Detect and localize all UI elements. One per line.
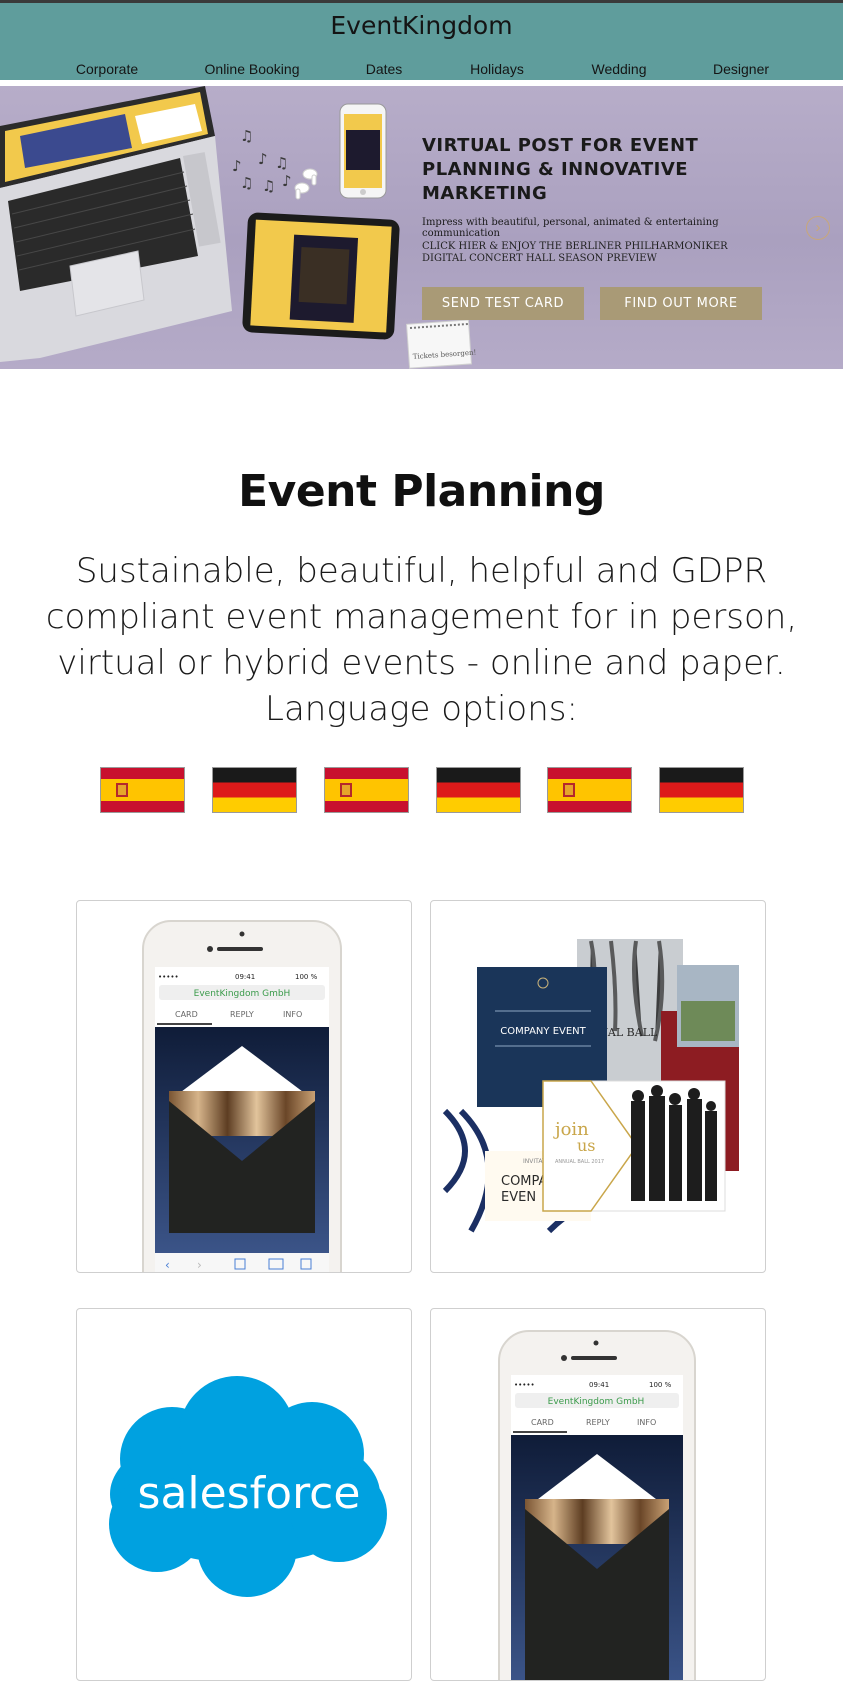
nav-item-designer[interactable]: Designer [713, 61, 769, 77]
flag-germany-icon[interactable] [436, 767, 521, 813]
language-options [0, 767, 843, 814]
svg-text:INFO: INFO [283, 1010, 302, 1019]
brand-logo[interactable]: EventKingdom [0, 11, 843, 40]
hero-banner: ♫ ♪ ♪ ♫ ♫ ♫ ♪ Tickets besorgen! VIRTUAL … [0, 86, 843, 369]
card-phone-invitation[interactable]: ••••• 09:41 100 % EventKingdom GmbH CARD… [76, 900, 412, 1273]
earbuds-icon [294, 168, 318, 200]
hero-subtitle: Impress with beautiful, personal, animat… [422, 217, 719, 239]
flag-spain-icon[interactable] [547, 767, 632, 813]
section-title: Event Planning [238, 466, 605, 517]
svg-text:salesforce: salesforce [138, 1468, 361, 1519]
svg-text:CARD: CARD [531, 1418, 554, 1427]
svg-text:INFO: INFO [637, 1418, 656, 1427]
svg-text:100 %: 100 % [295, 973, 318, 981]
phone-mockup-icon: ••••• 09:41 100 % EventKingdom GmbH CARD… [498, 1330, 696, 1680]
svg-text:♫: ♫ [275, 154, 288, 172]
ticket-note-icon: Tickets besorgen! [406, 319, 477, 369]
hero-title: VIRTUAL POST FOR EVENT PLANNING & INNOVA… [422, 135, 699, 204]
svg-text:REPLY: REPLY [230, 1010, 254, 1019]
music-notes-icon: ♫♪♪ ♫♫ ♫ ♪ [232, 127, 292, 195]
card-salesforce[interactable]: salesforce [76, 1308, 412, 1681]
nav-item-online-booking[interactable]: Online Booking [205, 61, 300, 77]
invitations-collage-icon: UAL BALL COMPANY EVENT INVITATION COMPA … [442, 939, 739, 1237]
svg-text:100 %: 100 % [649, 1381, 672, 1389]
nav-item-holidays[interactable]: Holidays [470, 61, 524, 77]
svg-text:EventKingdom GmbH: EventKingdom GmbH [548, 1397, 645, 1407]
svg-text:09:41: 09:41 [589, 1381, 609, 1389]
svg-text:EVEN: EVEN [501, 1190, 536, 1205]
svg-text:•••••: ••••• [514, 1381, 535, 1389]
laptop-icon [0, 86, 232, 362]
card-phone-invitation[interactable]: ••••• 09:41 100 % EventKingdom GmbH CARD… [430, 1308, 766, 1681]
svg-text:09:41: 09:41 [235, 973, 255, 981]
phone-mockup-icon: ••••• 09:41 100 % EventKingdom GmbH CARD… [142, 920, 342, 1272]
svg-text:‹: ‹ [165, 1258, 170, 1272]
svg-text:♫: ♫ [240, 127, 253, 145]
salesforce-logo-icon: salesforce [109, 1376, 387, 1597]
header-divider [0, 80, 843, 85]
nav-item-wedding[interactable]: Wedding [591, 61, 646, 77]
svg-text:♫: ♫ [262, 177, 275, 195]
card-printed-invitations[interactable]: UAL BALL COMPANY EVENT INVITATION COMPA … [430, 900, 766, 1273]
svg-text:REPLY: REPLY [586, 1418, 610, 1427]
svg-text:♪: ♪ [282, 172, 292, 190]
nav-item-corporate[interactable]: Corporate [76, 61, 138, 77]
section-description: Sustainable, beautiful, helpful and GDPR… [45, 551, 798, 729]
flag-spain-icon[interactable] [100, 767, 185, 813]
find-out-more-button[interactable]: FIND OUT MORE [600, 287, 762, 320]
hero-concert-link[interactable]: CLICK HIER & ENJOY THE BERLINER PHILHARM… [422, 241, 752, 265]
site-header: EventKingdom Corporate Online Booking Da… [0, 0, 843, 82]
svg-text:›: › [197, 1258, 202, 1272]
svg-text:EventKingdom GmbH: EventKingdom GmbH [194, 989, 291, 999]
tablet-icon [242, 212, 400, 340]
svg-text:•••••: ••••• [158, 973, 179, 981]
svg-text:♪: ♪ [232, 157, 242, 175]
nav-item-dates[interactable]: Dates [366, 61, 403, 77]
svg-text:CARD: CARD [175, 1010, 198, 1019]
flag-germany-icon[interactable] [659, 767, 744, 813]
svg-text:♫: ♫ [240, 174, 253, 192]
svg-text:us: us [577, 1136, 596, 1155]
phone-icon [339, 103, 387, 199]
flag-germany-icon[interactable] [212, 767, 297, 813]
svg-text:COMPA: COMPA [501, 1174, 548, 1189]
svg-text:♪: ♪ [258, 150, 268, 168]
flag-spain-icon[interactable] [324, 767, 409, 813]
svg-text:ANNUAL BALL 2017: ANNUAL BALL 2017 [555, 1159, 604, 1165]
svg-text:UAL BALL: UAL BALL [599, 1026, 658, 1039]
chevron-right-icon[interactable]: › [806, 216, 830, 240]
svg-text:COMPANY EVENT: COMPANY EVENT [500, 1026, 586, 1037]
main-nav: Corporate Online Booking Dates Holidays … [0, 61, 843, 81]
send-test-card-button[interactable]: SEND TEST CARD [422, 287, 584, 320]
